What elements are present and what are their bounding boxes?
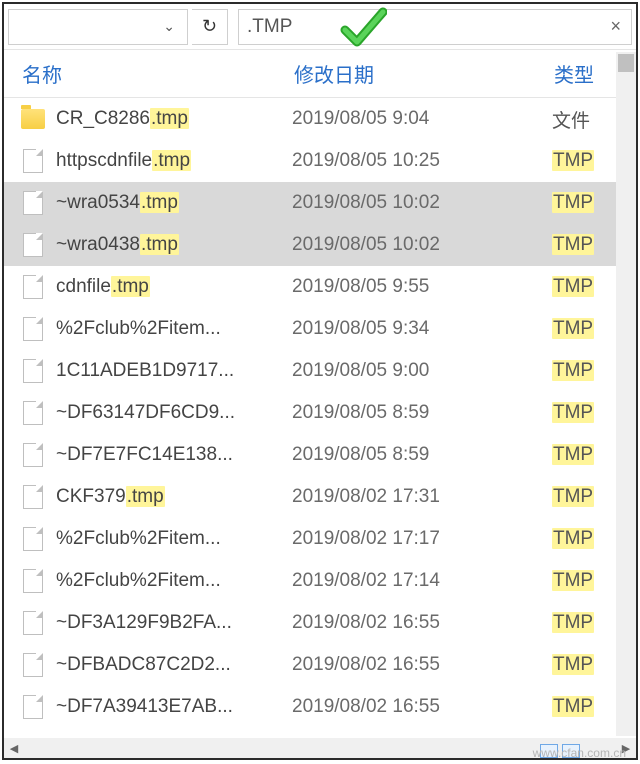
file-icon <box>20 316 46 342</box>
toolbar: ⌄ ↻ × <box>4 4 636 50</box>
refresh-button[interactable]: ↻ <box>192 9 228 45</box>
file-name: %2Fclub%2Fitem... <box>56 528 292 550</box>
file-row[interactable]: cdnfile.tmp2019/08/05 9:55TMP <box>4 266 636 308</box>
file-date: 2019/08/05 8:59 <box>292 444 552 466</box>
file-icon <box>20 190 46 216</box>
file-icon <box>20 694 46 720</box>
file-type: TMP <box>552 654 608 676</box>
file-icon <box>20 400 46 426</box>
file-icon <box>20 358 46 384</box>
folder-icon <box>20 106 46 132</box>
file-name: ~wra0438.tmp <box>56 234 292 256</box>
file-row[interactable]: %2Fclub%2Fitem...2019/08/02 17:14TMP <box>4 560 636 602</box>
file-row[interactable]: ~wra0534.tmp2019/08/05 10:02TMP <box>4 182 636 224</box>
file-row[interactable]: %2Fclub%2Fitem...2019/08/05 9:34TMP <box>4 308 636 350</box>
file-icon <box>20 484 46 510</box>
file-date: 2019/08/02 17:17 <box>292 528 552 550</box>
file-date: 2019/08/02 16:55 <box>292 612 552 634</box>
column-header-type[interactable]: 类型 <box>554 59 614 88</box>
file-type: TMP <box>552 612 608 634</box>
file-date: 2019/08/05 9:00 <box>292 360 552 382</box>
file-name: ~DF3A129F9B2FA... <box>56 612 292 634</box>
file-date: 2019/08/05 10:02 <box>292 234 552 256</box>
file-row[interactable]: httpscdnfile.tmp2019/08/05 10:25TMP <box>4 140 636 182</box>
file-icon <box>20 568 46 594</box>
explorer-window: ⌄ ↻ × 名称 修改日期 类型 CR_C8286.tmp2019/08/05 … <box>2 2 638 760</box>
column-header-name[interactable]: 名称 <box>4 59 294 88</box>
file-row[interactable]: ~DF7A39413E7AB...2019/08/02 16:55TMP <box>4 686 636 728</box>
file-row[interactable]: ~DFBADC87C2D2...2019/08/02 16:55TMP <box>4 644 636 686</box>
file-type: TMP <box>552 192 608 214</box>
file-type: TMP <box>552 234 608 256</box>
file-name: CKF379.tmp <box>56 486 292 508</box>
file-name: httpscdnfile.tmp <box>56 150 292 172</box>
file-date: 2019/08/02 16:55 <box>292 654 552 676</box>
file-date: 2019/08/05 9:04 <box>292 108 552 130</box>
file-icon <box>20 232 46 258</box>
file-list: CR_C8286.tmp2019/08/05 9:04文件httpscdnfil… <box>4 98 636 738</box>
file-row[interactable]: CR_C8286.tmp2019/08/05 9:04文件 <box>4 98 636 140</box>
file-icon <box>20 652 46 678</box>
vertical-scrollbar[interactable] <box>616 52 636 736</box>
file-icon <box>20 610 46 636</box>
file-type: TMP <box>552 570 608 592</box>
file-icon <box>20 526 46 552</box>
file-row[interactable]: ~DF7E7FC14E138...2019/08/05 8:59TMP <box>4 434 636 476</box>
column-header-row: 名称 修改日期 类型 <box>4 50 636 98</box>
file-date: 2019/08/02 17:31 <box>292 486 552 508</box>
file-type: TMP <box>552 318 608 340</box>
file-icon <box>20 148 46 174</box>
file-name: ~DFBADC87C2D2... <box>56 654 292 676</box>
clear-search-icon[interactable]: × <box>600 16 631 37</box>
file-type: TMP <box>552 276 608 298</box>
file-type: TMP <box>552 360 608 382</box>
file-row[interactable]: %2Fclub%2Fitem...2019/08/02 17:17TMP <box>4 518 636 560</box>
search-box[interactable]: × <box>238 9 632 45</box>
file-row[interactable]: ~DF3A129F9B2FA...2019/08/02 16:55TMP <box>4 602 636 644</box>
file-date: 2019/08/05 10:02 <box>292 192 552 214</box>
file-date: 2019/08/02 17:14 <box>292 570 552 592</box>
file-name: %2Fclub%2Fitem... <box>56 570 292 592</box>
address-bar[interactable]: ⌄ <box>8 9 188 45</box>
file-date: 2019/08/05 9:34 <box>292 318 552 340</box>
file-name: %2Fclub%2Fitem... <box>56 318 292 340</box>
file-name: ~DF7E7FC14E138... <box>56 444 292 466</box>
file-name: ~wra0534.tmp <box>56 192 292 214</box>
file-type: TMP <box>552 528 608 550</box>
file-type: TMP <box>552 150 608 172</box>
file-name: 1C11ADEB1D9717... <box>56 360 292 382</box>
file-icon <box>20 274 46 300</box>
file-date: 2019/08/05 8:59 <box>292 402 552 424</box>
file-name: ~DF7A39413E7AB... <box>56 696 292 718</box>
file-icon <box>20 442 46 468</box>
file-type: TMP <box>552 402 608 424</box>
file-date: 2019/08/02 16:55 <box>292 696 552 718</box>
scroll-left-icon[interactable]: ◀ <box>6 740 22 756</box>
file-type: TMP <box>552 696 608 718</box>
file-type: TMP <box>552 486 608 508</box>
file-row[interactable]: CKF379.tmp2019/08/02 17:31TMP <box>4 476 636 518</box>
file-date: 2019/08/05 10:25 <box>292 150 552 172</box>
file-name: ~DF63147DF6CD9... <box>56 402 292 424</box>
file-name: CR_C8286.tmp <box>56 108 292 130</box>
file-type: 文件 <box>552 106 608 133</box>
file-type: TMP <box>552 444 608 466</box>
search-input[interactable] <box>239 16 600 38</box>
file-row[interactable]: ~wra0438.tmp2019/08/05 10:02TMP <box>4 224 636 266</box>
file-date: 2019/08/05 9:55 <box>292 276 552 298</box>
watermark-text: www.cfan.com.cn <box>533 746 626 760</box>
file-row[interactable]: 1C11ADEB1D9717...2019/08/05 9:00TMP <box>4 350 636 392</box>
column-header-date[interactable]: 修改日期 <box>294 59 554 88</box>
chevron-down-icon[interactable]: ⌄ <box>157 16 181 37</box>
scrollbar-thumb[interactable] <box>618 54 634 72</box>
file-name: cdnfile.tmp <box>56 276 292 298</box>
file-row[interactable]: ~DF63147DF6CD9...2019/08/05 8:59TMP <box>4 392 636 434</box>
